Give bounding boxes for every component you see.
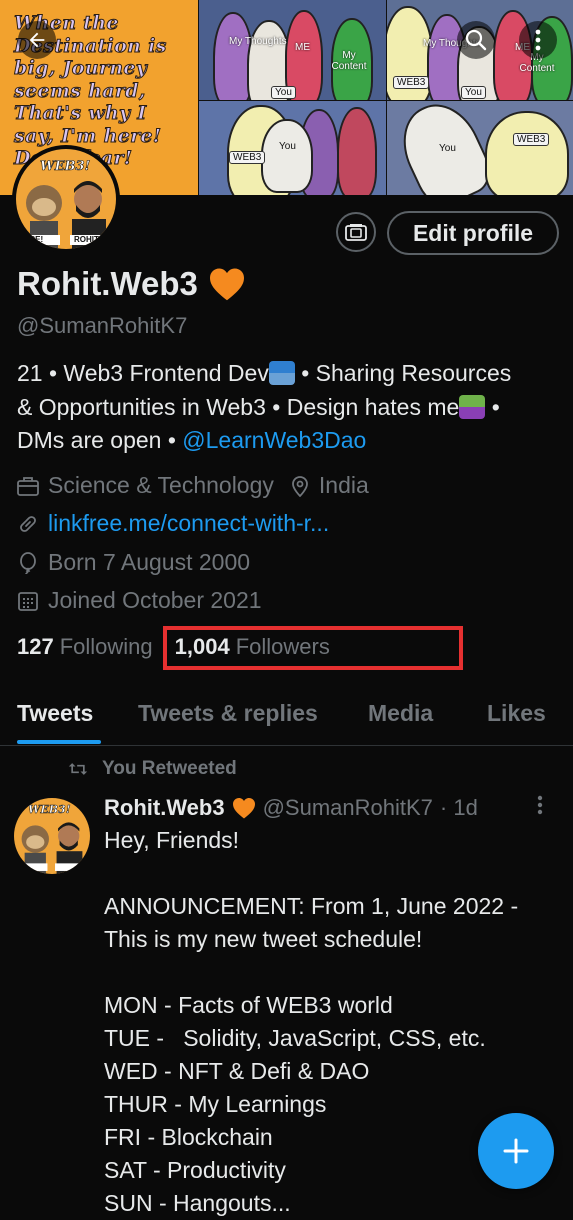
- back-button[interactable]: [18, 21, 56, 59]
- banner-quote-line: That's why I: [14, 102, 147, 125]
- profile-birthday: Born 7 August 2000: [48, 549, 251, 575]
- tweet-more-button[interactable]: [537, 795, 543, 820]
- tweet-line: Hey, Friends!: [104, 827, 240, 853]
- avatar-tag: WEB3!: [28, 803, 71, 817]
- tweet-header: Rohit.Web3 @SumanRohitK7 · 1d: [104, 795, 478, 821]
- meme-label: My Thoughts: [229, 36, 287, 47]
- tab-tweets[interactable]: Tweets: [17, 700, 93, 727]
- bio-text: • Sharing Resources: [294, 360, 512, 386]
- location-pin-icon: [291, 475, 308, 497]
- meme-tag: You: [271, 86, 296, 99]
- tweet-author-name[interactable]: Rohit.Web3: [104, 795, 225, 821]
- tweet-line: MON - Facts of WEB3 world: [104, 992, 393, 1018]
- meme-label: My Content: [331, 50, 367, 72]
- meme-label: ME: [295, 42, 310, 53]
- bio-text: •: [485, 393, 500, 420]
- profile-tabs: Tweets Tweets & replies Media Likes: [0, 690, 573, 746]
- retweet-indicator: You Retweeted: [68, 758, 237, 780]
- back-arrow-icon: [29, 32, 45, 48]
- zombie-emoji-icon: [459, 394, 486, 419]
- meme-panel: My Thoughts ME My Content You: [199, 0, 386, 100]
- meme-tag: WEB3: [229, 151, 266, 164]
- tweet-line: WED - NFT & Defi & DAO: [104, 1058, 370, 1084]
- tweet-author-avatar[interactable]: WEB3!: [14, 798, 90, 874]
- profile-avatar[interactable]: WEB3! APE! ROHIT: [12, 145, 120, 253]
- profile-joined: Joined October 2021: [48, 587, 262, 613]
- profile-website-row[interactable]: linkfree.me/connect-with-r...: [17, 510, 329, 537]
- retweet-icon: [68, 763, 88, 775]
- tab-tweets-and-replies[interactable]: Tweets & replies: [138, 700, 318, 727]
- profile-website-link[interactable]: linkfree.me/connect-with-r...: [48, 510, 329, 537]
- tweet-line: THUR - My Learnings: [104, 1091, 327, 1117]
- meme-tag: WEB3: [513, 133, 550, 146]
- profile-location: India: [318, 472, 369, 498]
- more-vertical-icon: [537, 795, 543, 815]
- avatar-caption: ROHIT: [74, 235, 99, 244]
- meme-panel: You WEB3: [387, 101, 573, 195]
- bio-text: & Opportunities in Web3 • Design hates m…: [17, 393, 460, 420]
- profile-bio: 21 • Web3 Frontend Dev • Sharing Resourc…: [17, 357, 562, 458]
- banner-quote-line: big, Journey: [14, 57, 148, 80]
- briefcase-icon: [17, 476, 39, 496]
- following-link[interactable]: 127 Following: [17, 634, 153, 660]
- technologist-emoji-icon: [268, 361, 295, 385]
- bio-mention-link[interactable]: @LearnWeb3Dao: [182, 427, 366, 453]
- more-options-button[interactable]: [519, 21, 557, 59]
- banner-quote-line: seems hard,: [14, 79, 146, 102]
- profile-name: Rohit.Web3: [17, 265, 246, 303]
- avatar-caption: APE!: [24, 235, 44, 244]
- tweet-line: TUE - Solidity, JavaScript, CSS, etc.: [104, 1025, 486, 1051]
- active-tab-indicator: [17, 740, 101, 744]
- plus-icon: [503, 1138, 529, 1164]
- meme-tag: WEB3: [393, 76, 430, 89]
- banner-quote-line: say, I'm here!: [14, 124, 162, 147]
- meme-label: You: [439, 143, 456, 154]
- more-vertical-icon: [535, 29, 541, 51]
- link-icon: [20, 515, 36, 532]
- orange-heart-icon: [232, 798, 255, 819]
- calendar-icon: [18, 591, 38, 611]
- profile-handle: @SumanRohitK7: [17, 313, 188, 338]
- tweet-timestamp: · 1d: [439, 795, 478, 820]
- meme-label: You: [279, 141, 296, 152]
- camera-icon: [345, 224, 367, 241]
- bio-text: DMs are open •: [17, 427, 183, 453]
- tweet-line: This is my new tweet schedule!: [104, 926, 423, 952]
- retweet-label: You Retweeted: [102, 758, 237, 779]
- profile-category: Science & Technology: [48, 472, 274, 498]
- tweet-line: ANNOUNCEMENT: From 1, June 2022 -: [104, 893, 519, 919]
- search-button[interactable]: [457, 21, 495, 59]
- balloon-icon: [20, 551, 36, 574]
- followers-highlight-box: [163, 626, 463, 670]
- tab-media[interactable]: Media: [368, 700, 433, 727]
- tweet-author-handle: @SumanRohitK7: [262, 795, 433, 820]
- orange-heart-icon: [209, 268, 244, 301]
- profile-meta-row: Science & Technology India: [17, 472, 369, 499]
- avatar-tag: WEB3!: [40, 159, 91, 175]
- search-icon: [465, 29, 487, 51]
- tweet-line: [104, 857, 554, 890]
- meme-tag: You: [461, 86, 486, 99]
- profile-joined-row: Joined October 2021: [17, 587, 262, 614]
- tweet-line: SUN - Hangouts...: [104, 1190, 291, 1216]
- following-label: Following: [59, 634, 153, 659]
- camera-button[interactable]: [336, 212, 376, 252]
- meme-panel: WEB3 You: [199, 101, 386, 195]
- edit-profile-button[interactable]: Edit profile: [387, 211, 559, 255]
- profile-name-text: Rohit.Web3: [17, 265, 198, 302]
- following-count: 127: [17, 634, 54, 659]
- bio-text: 21 • Web3 Frontend Dev: [17, 360, 269, 386]
- tweet-line: [104, 956, 554, 989]
- compose-tweet-button[interactable]: [478, 1113, 554, 1189]
- profile-birthday-row: Born 7 August 2000: [17, 549, 250, 576]
- tab-likes[interactable]: Likes: [487, 700, 546, 727]
